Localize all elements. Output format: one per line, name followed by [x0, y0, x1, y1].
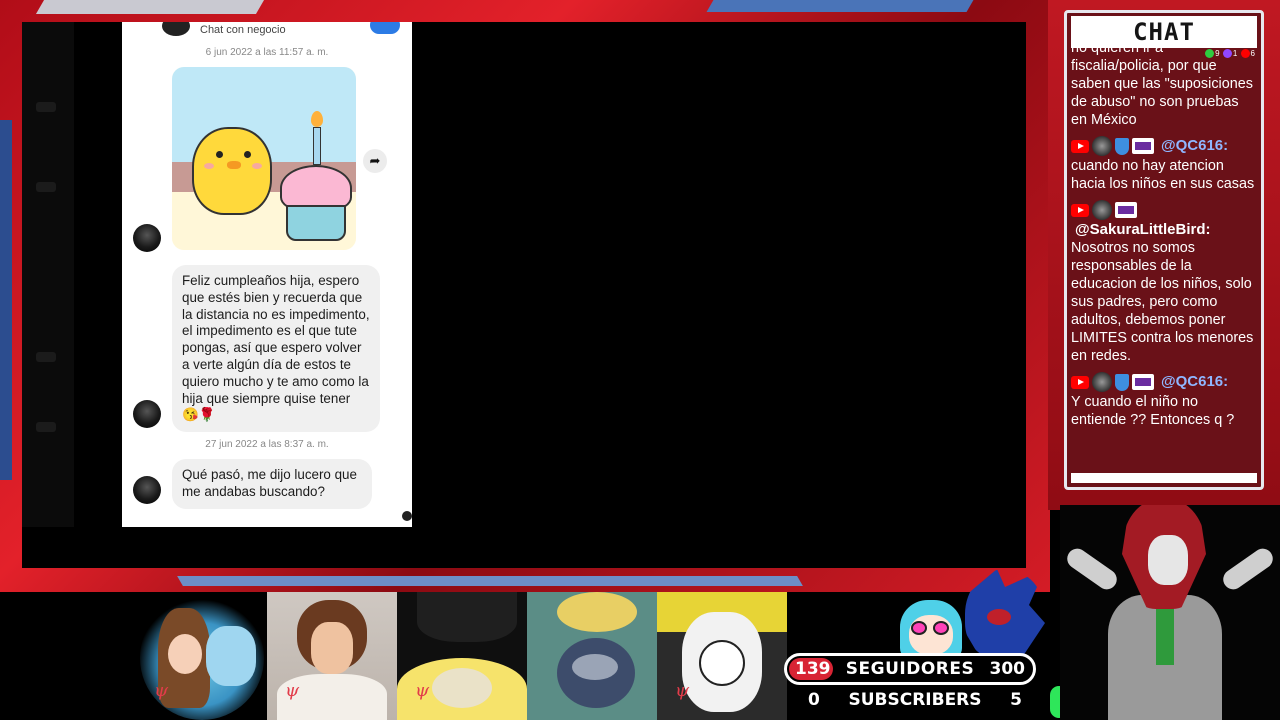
avatar	[1092, 200, 1112, 220]
chat-message: @SakuraLittleBird: Nosotros no somos res…	[1071, 199, 1257, 365]
chat-viewer-stats: 9 1 6	[1204, 49, 1255, 59]
chat-title: CHAT	[1071, 16, 1257, 48]
youtube-icon	[1071, 375, 1089, 389]
sender-avatar	[133, 400, 161, 428]
moderator-shield-icon	[1115, 137, 1129, 155]
sender-avatar	[133, 224, 161, 252]
chat-author[interactable]: @QC616:	[1161, 137, 1228, 155]
frame-accent-bottom	[177, 576, 803, 586]
chat-message: @QC616: cuando no hay atencion hacia los…	[1071, 135, 1257, 193]
message-text: Feliz cumpleaños hija, espero que estés …	[182, 273, 370, 423]
frame-accent-left	[0, 120, 12, 480]
chick-illustration	[192, 127, 272, 215]
chat-author[interactable]: @QC616:	[1161, 373, 1228, 391]
chat-message-text: Y cuando el niño no entiende ?? Entonces…	[1071, 394, 1235, 428]
background-window-sidebar	[22, 22, 74, 527]
youtube-icon	[1071, 139, 1089, 153]
artwork-thumbnail: ψ	[657, 592, 787, 720]
chat-timestamp: 27 jun 2022 a las 8:37 a. m.	[205, 439, 329, 450]
artwork-thumbnails: ψ ψ ψ ψ	[140, 592, 790, 720]
subscribers-goal-bar: 0 SUBSCRIBERS 5	[800, 687, 1030, 713]
artwork-thumbnail: ψ	[140, 596, 264, 720]
contact-avatar	[162, 22, 190, 36]
message-bubble: Feliz cumpleaños hija, espero que estés …	[172, 265, 380, 433]
member-badge-icon	[1115, 202, 1137, 218]
twitch-icon	[1222, 49, 1232, 59]
sender-avatar	[133, 476, 161, 504]
member-badge-icon	[1132, 138, 1154, 154]
artist-signature: ψ	[285, 680, 300, 701]
chat-author[interactable]: @SakuraLittleBird:	[1075, 221, 1257, 239]
artist-signature: ψ	[154, 680, 169, 701]
phone-chat-screenshot: Chat con negocio 6 jun 2022 a las 11:57 …	[122, 22, 412, 527]
subs-label: SUBSCRIBERS	[848, 690, 982, 710]
chat-message: @QC616: Y cuando el niño no entiende ?? …	[1071, 371, 1257, 429]
youtube-icon	[1071, 203, 1089, 217]
chat-message-text: Nosotros no somos responsables de la edu…	[1071, 240, 1254, 364]
captured-screen: Chat con negocio 6 jun 2022 a las 11:57 …	[22, 22, 1026, 568]
artwork-thumbnail: ψ	[397, 592, 527, 720]
chat-message-text: cuando no hay atencion hacia los niños e…	[1071, 158, 1255, 192]
viewers-icon	[1205, 49, 1215, 59]
live-chat-panel: no quieren ir a fiscalia/policia, por qu…	[1064, 10, 1264, 490]
mascot-characters	[895, 565, 1055, 665]
message-text: Qué pasó, me dijo lucero que me andabas …	[182, 467, 357, 499]
subs-goal: 5	[1010, 690, 1022, 710]
followers-label: SEGUIDORES	[845, 659, 975, 679]
message-bubble: Qué pasó, me dijo lucero que me andabas …	[172, 459, 372, 509]
subs-current: 0	[808, 690, 820, 710]
goggles-icon	[911, 621, 927, 635]
chat-header-subtitle: Chat con negocio	[200, 24, 286, 36]
followers-goal-bar: 139 SEGUIDORES 300	[784, 653, 1036, 685]
chat-panel-footer	[1071, 473, 1257, 483]
followers-current: 139	[795, 659, 831, 679]
stream-frame: Chat con negocio 6 jun 2022 a las 11:57 …	[0, 0, 1050, 592]
share-arrow-icon[interactable]: ➦	[363, 149, 387, 173]
candle-illustration	[313, 127, 321, 165]
youtube-icon	[1240, 49, 1250, 59]
artwork-thumbnail: ψ	[267, 592, 397, 720]
avatar	[1092, 372, 1112, 392]
followers-goal: 300	[989, 659, 1025, 679]
avatar	[1092, 136, 1112, 156]
header-action-button[interactable]	[370, 22, 400, 34]
member-badge-icon	[1132, 374, 1154, 390]
streamer-avatar	[1060, 505, 1280, 720]
birthday-sticker-image	[172, 67, 356, 250]
scroll-indicator	[402, 511, 412, 521]
artwork-thumbnail	[527, 592, 657, 720]
artist-signature: ψ	[675, 680, 690, 701]
chat-messages[interactable]: no quieren ir a fiscalia/policia, por qu…	[1071, 37, 1261, 477]
chat-timestamp: 6 jun 2022 a las 11:57 a. m.	[205, 47, 329, 58]
moderator-shield-icon	[1115, 373, 1129, 391]
artist-signature: ψ	[415, 680, 430, 701]
